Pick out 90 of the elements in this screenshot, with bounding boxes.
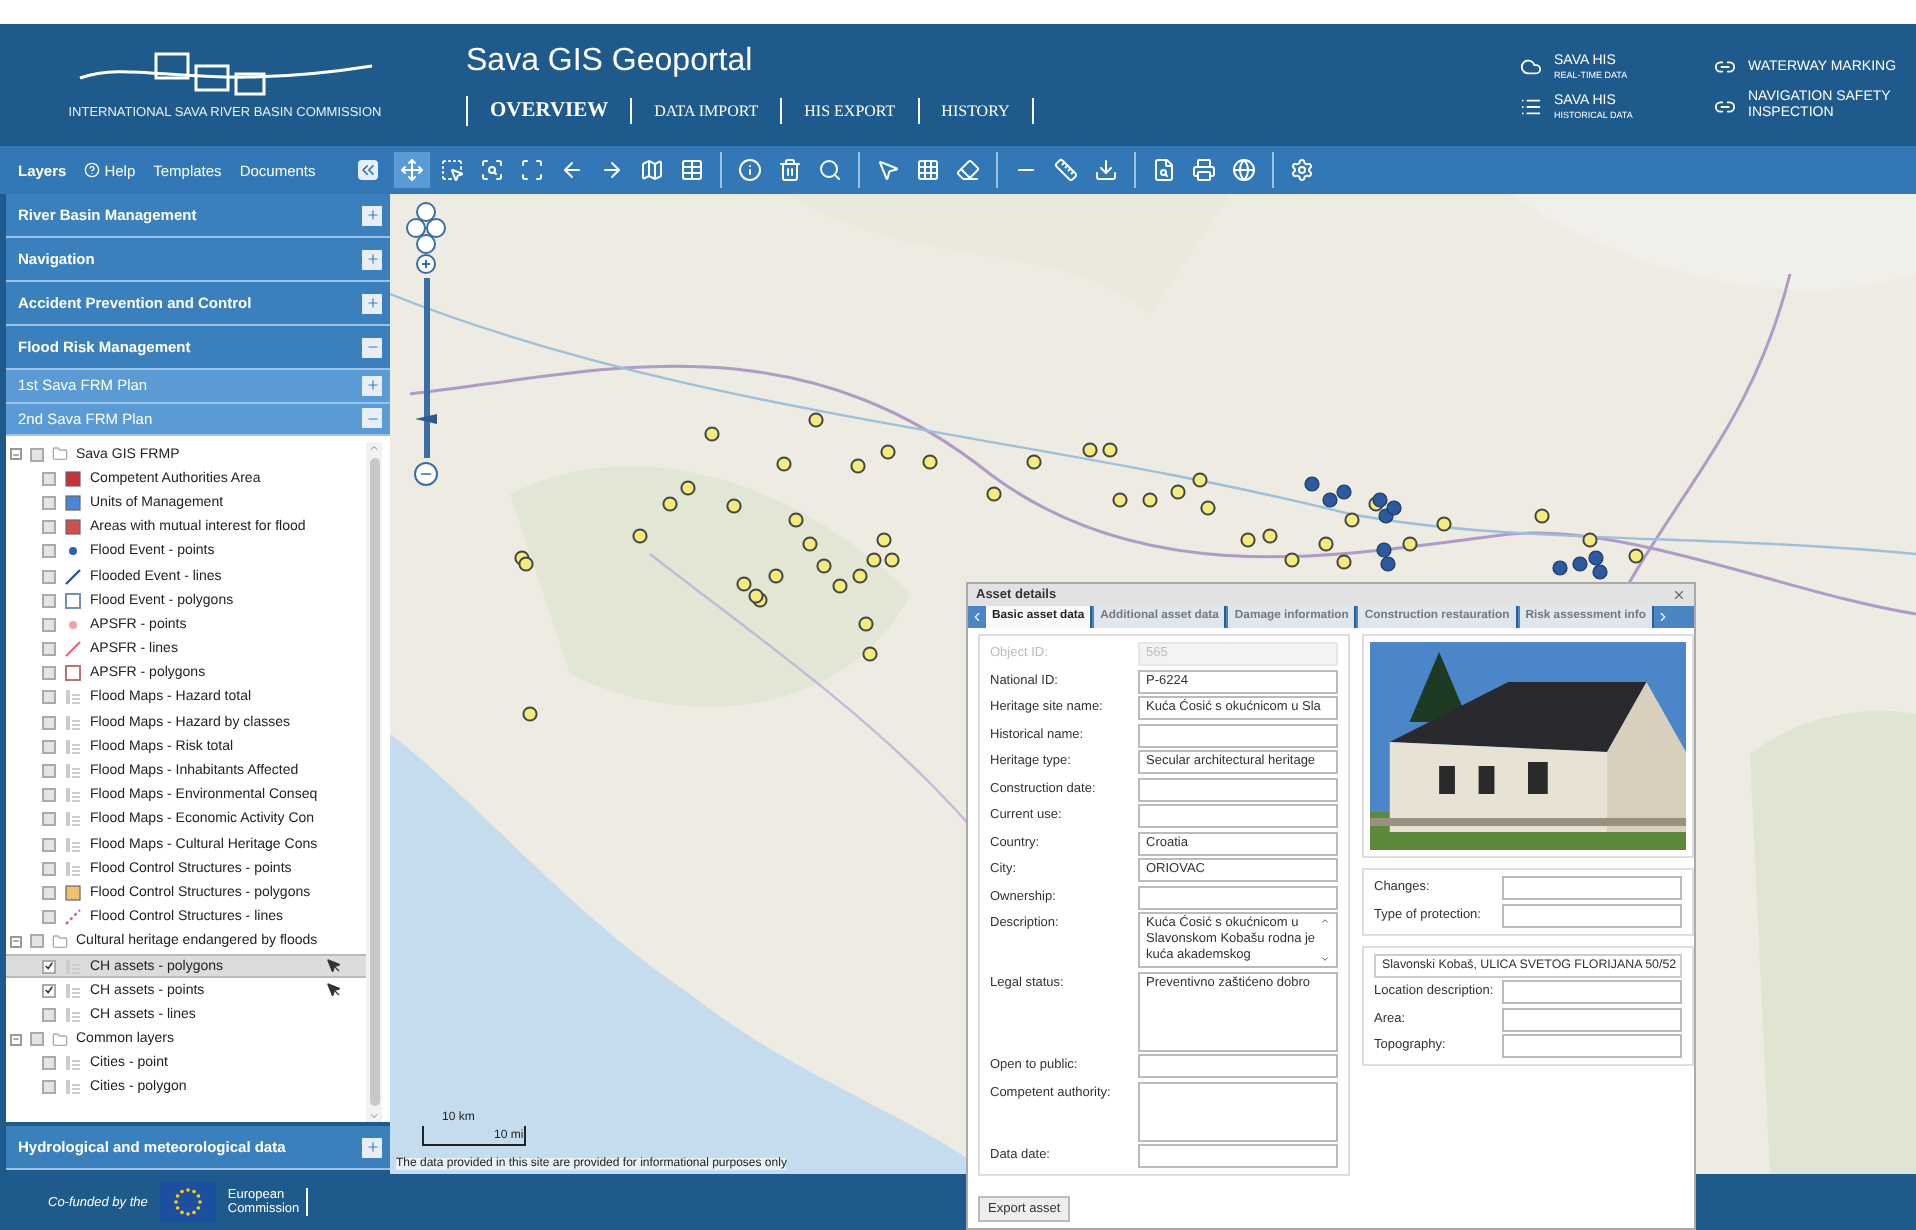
checkbox[interactable]	[42, 495, 56, 510]
checkbox[interactable]	[42, 1007, 56, 1022]
legend-icon	[64, 957, 82, 976]
checkbox[interactable]	[42, 885, 56, 900]
download-icon	[1094, 158, 1118, 182]
expand-icon[interactable]	[362, 249, 382, 269]
map-icon	[640, 158, 664, 182]
legend-icon	[64, 981, 82, 1000]
trash-icon	[778, 158, 802, 182]
checkbox[interactable]	[42, 520, 56, 535]
pointer-icon[interactable]	[326, 958, 342, 975]
zoom-box-icon	[440, 158, 464, 182]
list-icon	[1520, 95, 1542, 118]
link-icon	[1714, 56, 1736, 79]
legend-icon	[64, 762, 82, 781]
scroll-up-icon[interactable]	[368, 442, 380, 454]
collapse-toggle-icon[interactable]	[10, 935, 22, 948]
checkbox[interactable]	[42, 1056, 56, 1071]
checkbox[interactable]	[42, 861, 56, 876]
checkbox[interactable]	[42, 983, 56, 998]
checkbox[interactable]	[42, 544, 56, 559]
cloud-icon	[1520, 56, 1542, 79]
legend-icon	[64, 810, 82, 829]
legend-icon	[64, 688, 82, 707]
checkbox[interactable]	[30, 447, 44, 462]
legend-icon	[64, 835, 82, 854]
checkbox[interactable]	[42, 617, 56, 632]
settings-icon	[1290, 158, 1314, 182]
expand-icon[interactable]	[362, 293, 382, 313]
eraser-icon	[956, 158, 980, 182]
checkbox[interactable]	[42, 642, 56, 657]
legend-icon	[64, 1054, 82, 1073]
globe-icon	[1232, 158, 1256, 182]
nav-tab[interactable]: DATA IMPORT	[630, 98, 781, 124]
search-icon	[818, 158, 842, 182]
checkbox[interactable]	[42, 764, 56, 779]
checkbox[interactable]	[30, 1032, 44, 1047]
printer-icon	[1192, 158, 1216, 182]
back-arrow-icon	[560, 158, 584, 182]
zoom-region-icon	[480, 158, 504, 182]
scrollbar[interactable]	[366, 442, 382, 1122]
checkbox[interactable]	[42, 1080, 56, 1095]
checkbox[interactable]	[42, 471, 56, 486]
nav-tab[interactable]: HIS EXPORT	[780, 98, 918, 124]
collapse-icon[interactable]	[362, 408, 382, 429]
expand-icon[interactable]	[362, 375, 382, 396]
checkbox[interactable]	[42, 788, 56, 803]
help-icon	[84, 162, 101, 178]
legend-icon	[64, 713, 82, 732]
legend-icon	[64, 786, 82, 805]
checkbox[interactable]	[30, 934, 44, 949]
forward-arrow-icon	[600, 158, 624, 182]
nav-tab[interactable]: OVERVIEW	[466, 96, 631, 126]
checkbox[interactable]	[42, 910, 56, 925]
legend-icon	[64, 1078, 82, 1097]
nav-tab[interactable]: HISTORY	[917, 98, 1034, 124]
checkbox[interactable]	[42, 690, 56, 705]
checkbox[interactable]	[42, 593, 56, 608]
checkbox[interactable]	[42, 569, 56, 584]
expand-icon[interactable]	[362, 205, 382, 225]
checkbox[interactable]	[42, 959, 56, 974]
folder-icon	[52, 1031, 68, 1048]
folder-icon	[52, 446, 68, 463]
collapse-icon[interactable]	[362, 337, 382, 357]
folder-icon	[52, 933, 68, 950]
info-icon	[738, 158, 762, 182]
eu-flag-icon	[159, 1182, 216, 1222]
checkbox[interactable]	[42, 837, 56, 852]
grid-icon	[916, 158, 940, 182]
legend-icon	[64, 737, 82, 756]
checkbox[interactable]	[42, 666, 56, 681]
pan-icon	[400, 158, 424, 182]
site-title: Sava GIS Geoportal	[466, 44, 755, 80]
file-search-icon	[1152, 158, 1176, 182]
pointer-icon[interactable]	[326, 982, 342, 999]
expand-icon[interactable]	[362, 1137, 382, 1157]
checkbox[interactable]	[42, 812, 56, 827]
table-icon	[680, 158, 704, 182]
select-pointer-icon	[876, 158, 900, 182]
collapse-toggle-icon[interactable]	[10, 448, 22, 461]
collapse-toggle-icon[interactable]	[10, 1033, 22, 1046]
legend-icon	[64, 1005, 82, 1024]
collapse-panel-icon[interactable]	[358, 160, 378, 180]
ruler-icon	[1054, 158, 1078, 182]
scroll-down-icon[interactable]	[368, 1110, 380, 1122]
checkbox[interactable]	[42, 739, 56, 754]
checkbox[interactable]	[42, 715, 56, 730]
pan-button[interactable]	[394, 152, 430, 188]
full-extent-icon	[520, 158, 544, 182]
legend-icon	[64, 859, 82, 878]
